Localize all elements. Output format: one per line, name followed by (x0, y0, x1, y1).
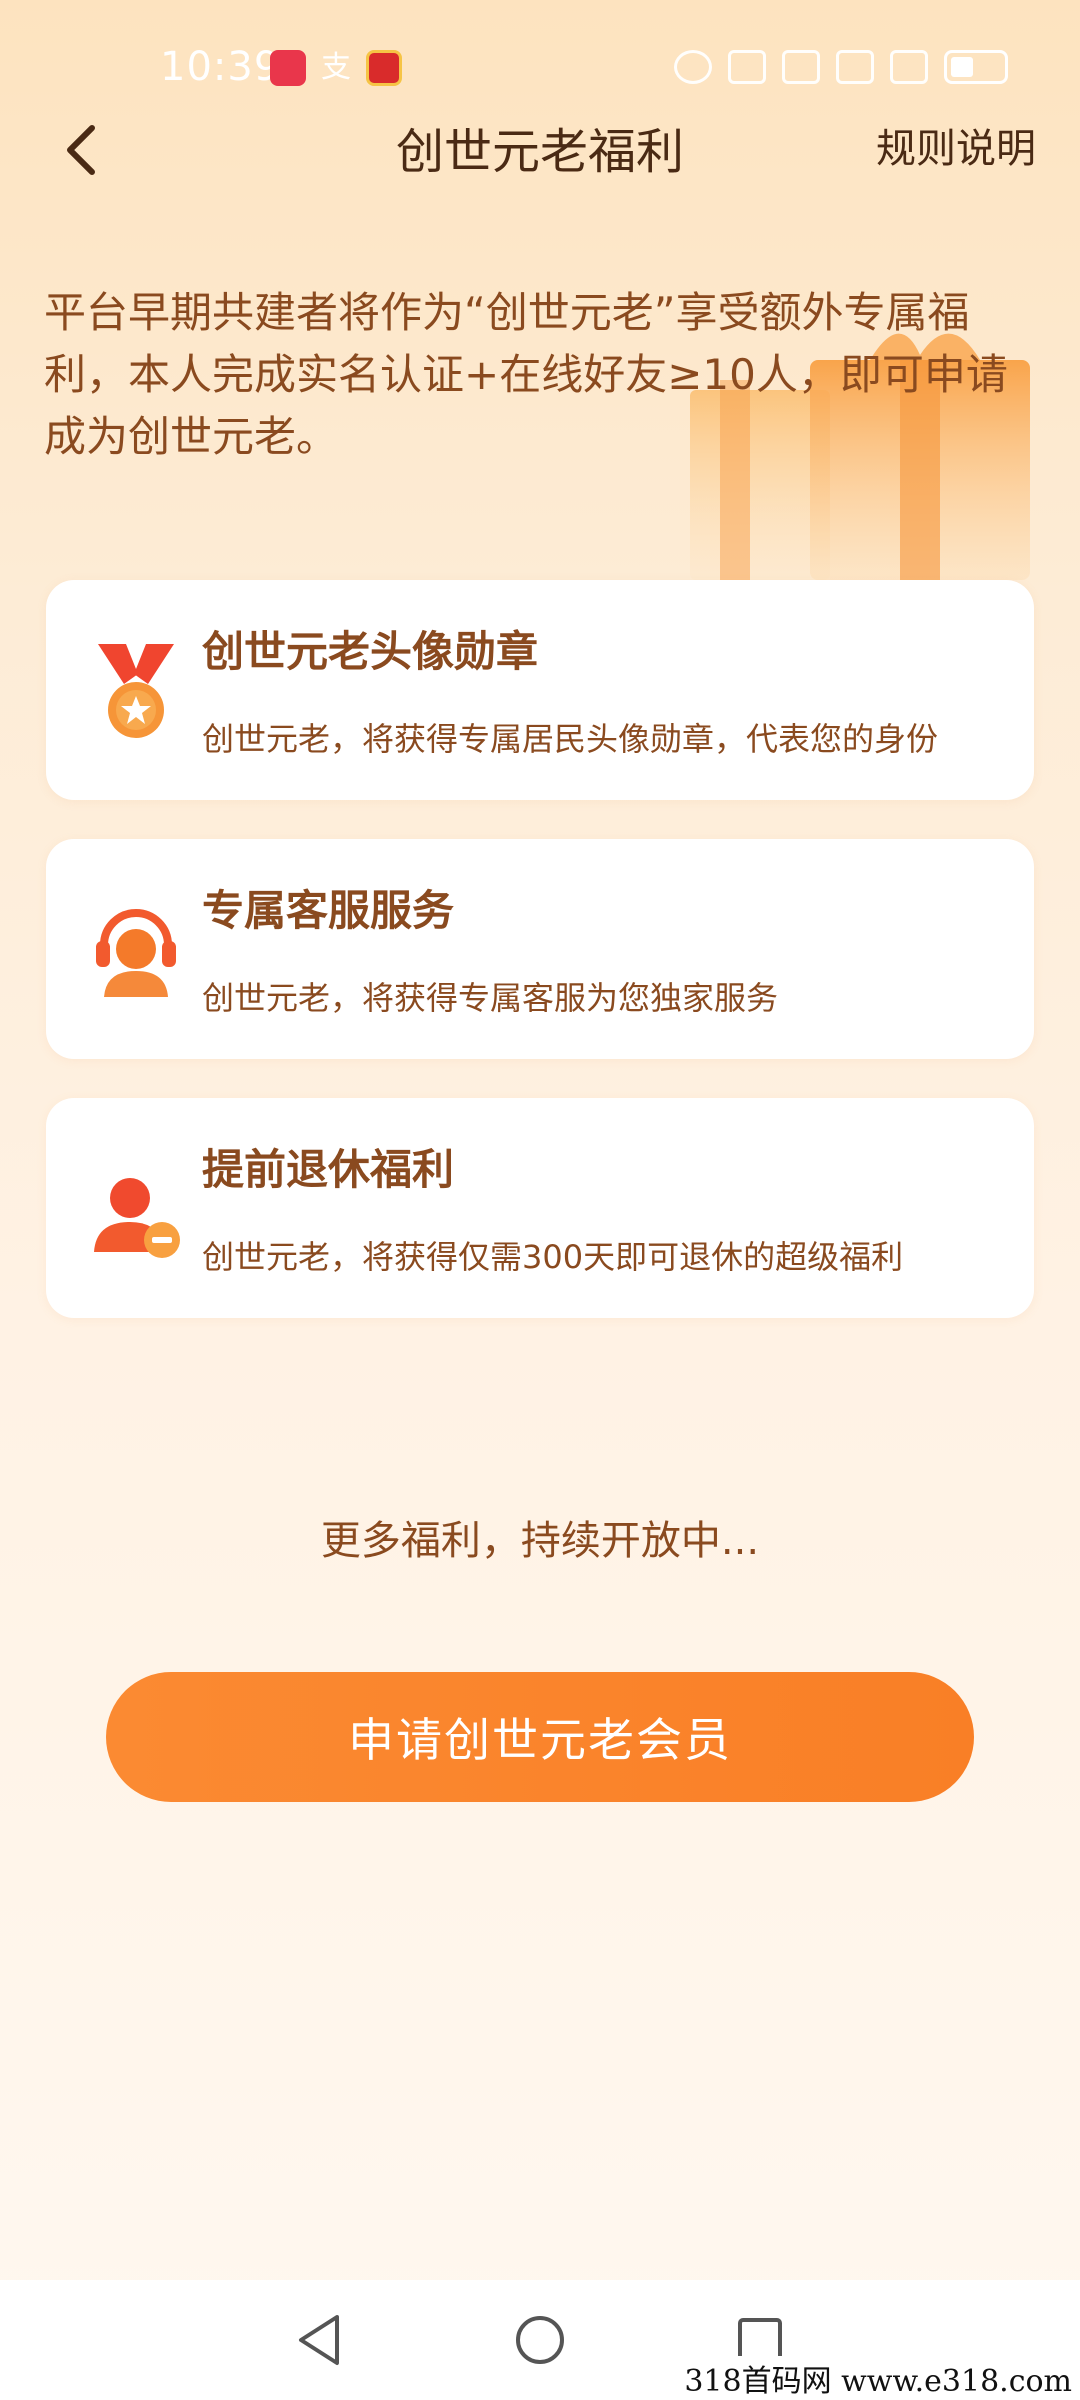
taobao-app-icon (366, 50, 402, 86)
wifi-icon (782, 50, 820, 84)
status-indicators (674, 50, 1008, 84)
mute-icon (728, 50, 766, 84)
circle-home-icon (516, 2316, 564, 2364)
book-app-icon (270, 50, 306, 86)
customer-service-icon (96, 909, 176, 997)
benefit-title: 创世元老头像勋章 (202, 627, 539, 676)
battery-icon (944, 50, 1008, 84)
intro-text: 平台早期共建者将作为“创世元老”享受额外专属福利，本人完成实名认证+在线好友≥1… (44, 288, 1008, 461)
benefit-card-retire: 提前退休福利 创世元老，将获得仅需300天即可退休的超级福利 (46, 1098, 1034, 1318)
status-app-icons: 支 (270, 50, 402, 86)
signal-icon (836, 50, 874, 84)
benefit-card-service: 专属客服服务 创世元老，将获得专属客服为您独家服务 (46, 839, 1034, 1059)
triangle-back-icon (299, 2315, 339, 2365)
benefit-title: 专属客服服务 (202, 886, 455, 935)
eye-icon (674, 50, 712, 84)
alipay-app-icon: 支 (321, 50, 351, 85)
benefit-title: 提前退休福利 (202, 1145, 455, 1194)
retire-user-icon (94, 1178, 180, 1258)
benefit-description: 创世元老，将获得专属客服为您独家服务 (202, 979, 779, 1017)
status-time: 10:39 (160, 44, 281, 90)
benefit-description: 创世元老，将获得仅需300天即可退休的超级福利 (202, 1238, 904, 1276)
more-benefits-text: 更多福利，持续开放中... (320, 1518, 760, 1564)
nav-home-button[interactable] (505, 2305, 575, 2375)
header: 创世元老福利 规则说明 (0, 90, 1080, 210)
apply-membership-button[interactable]: 申请创世元老会员 (106, 1672, 974, 1802)
benefit-card-medal: 创世元老头像勋章 创世元老，将获得专属居民头像勋章，代表您的身份 (46, 580, 1034, 800)
nav-back-button[interactable] (285, 2305, 355, 2375)
watermark: 318首码网 www.e318.com (684, 2356, 1080, 2400)
signal-2-icon (890, 50, 928, 84)
medal-icon (98, 644, 174, 738)
rules-link[interactable]: 规则说明 (876, 116, 1036, 174)
benefit-description: 创世元老，将获得专属居民头像勋章，代表您的身份 (202, 720, 939, 758)
